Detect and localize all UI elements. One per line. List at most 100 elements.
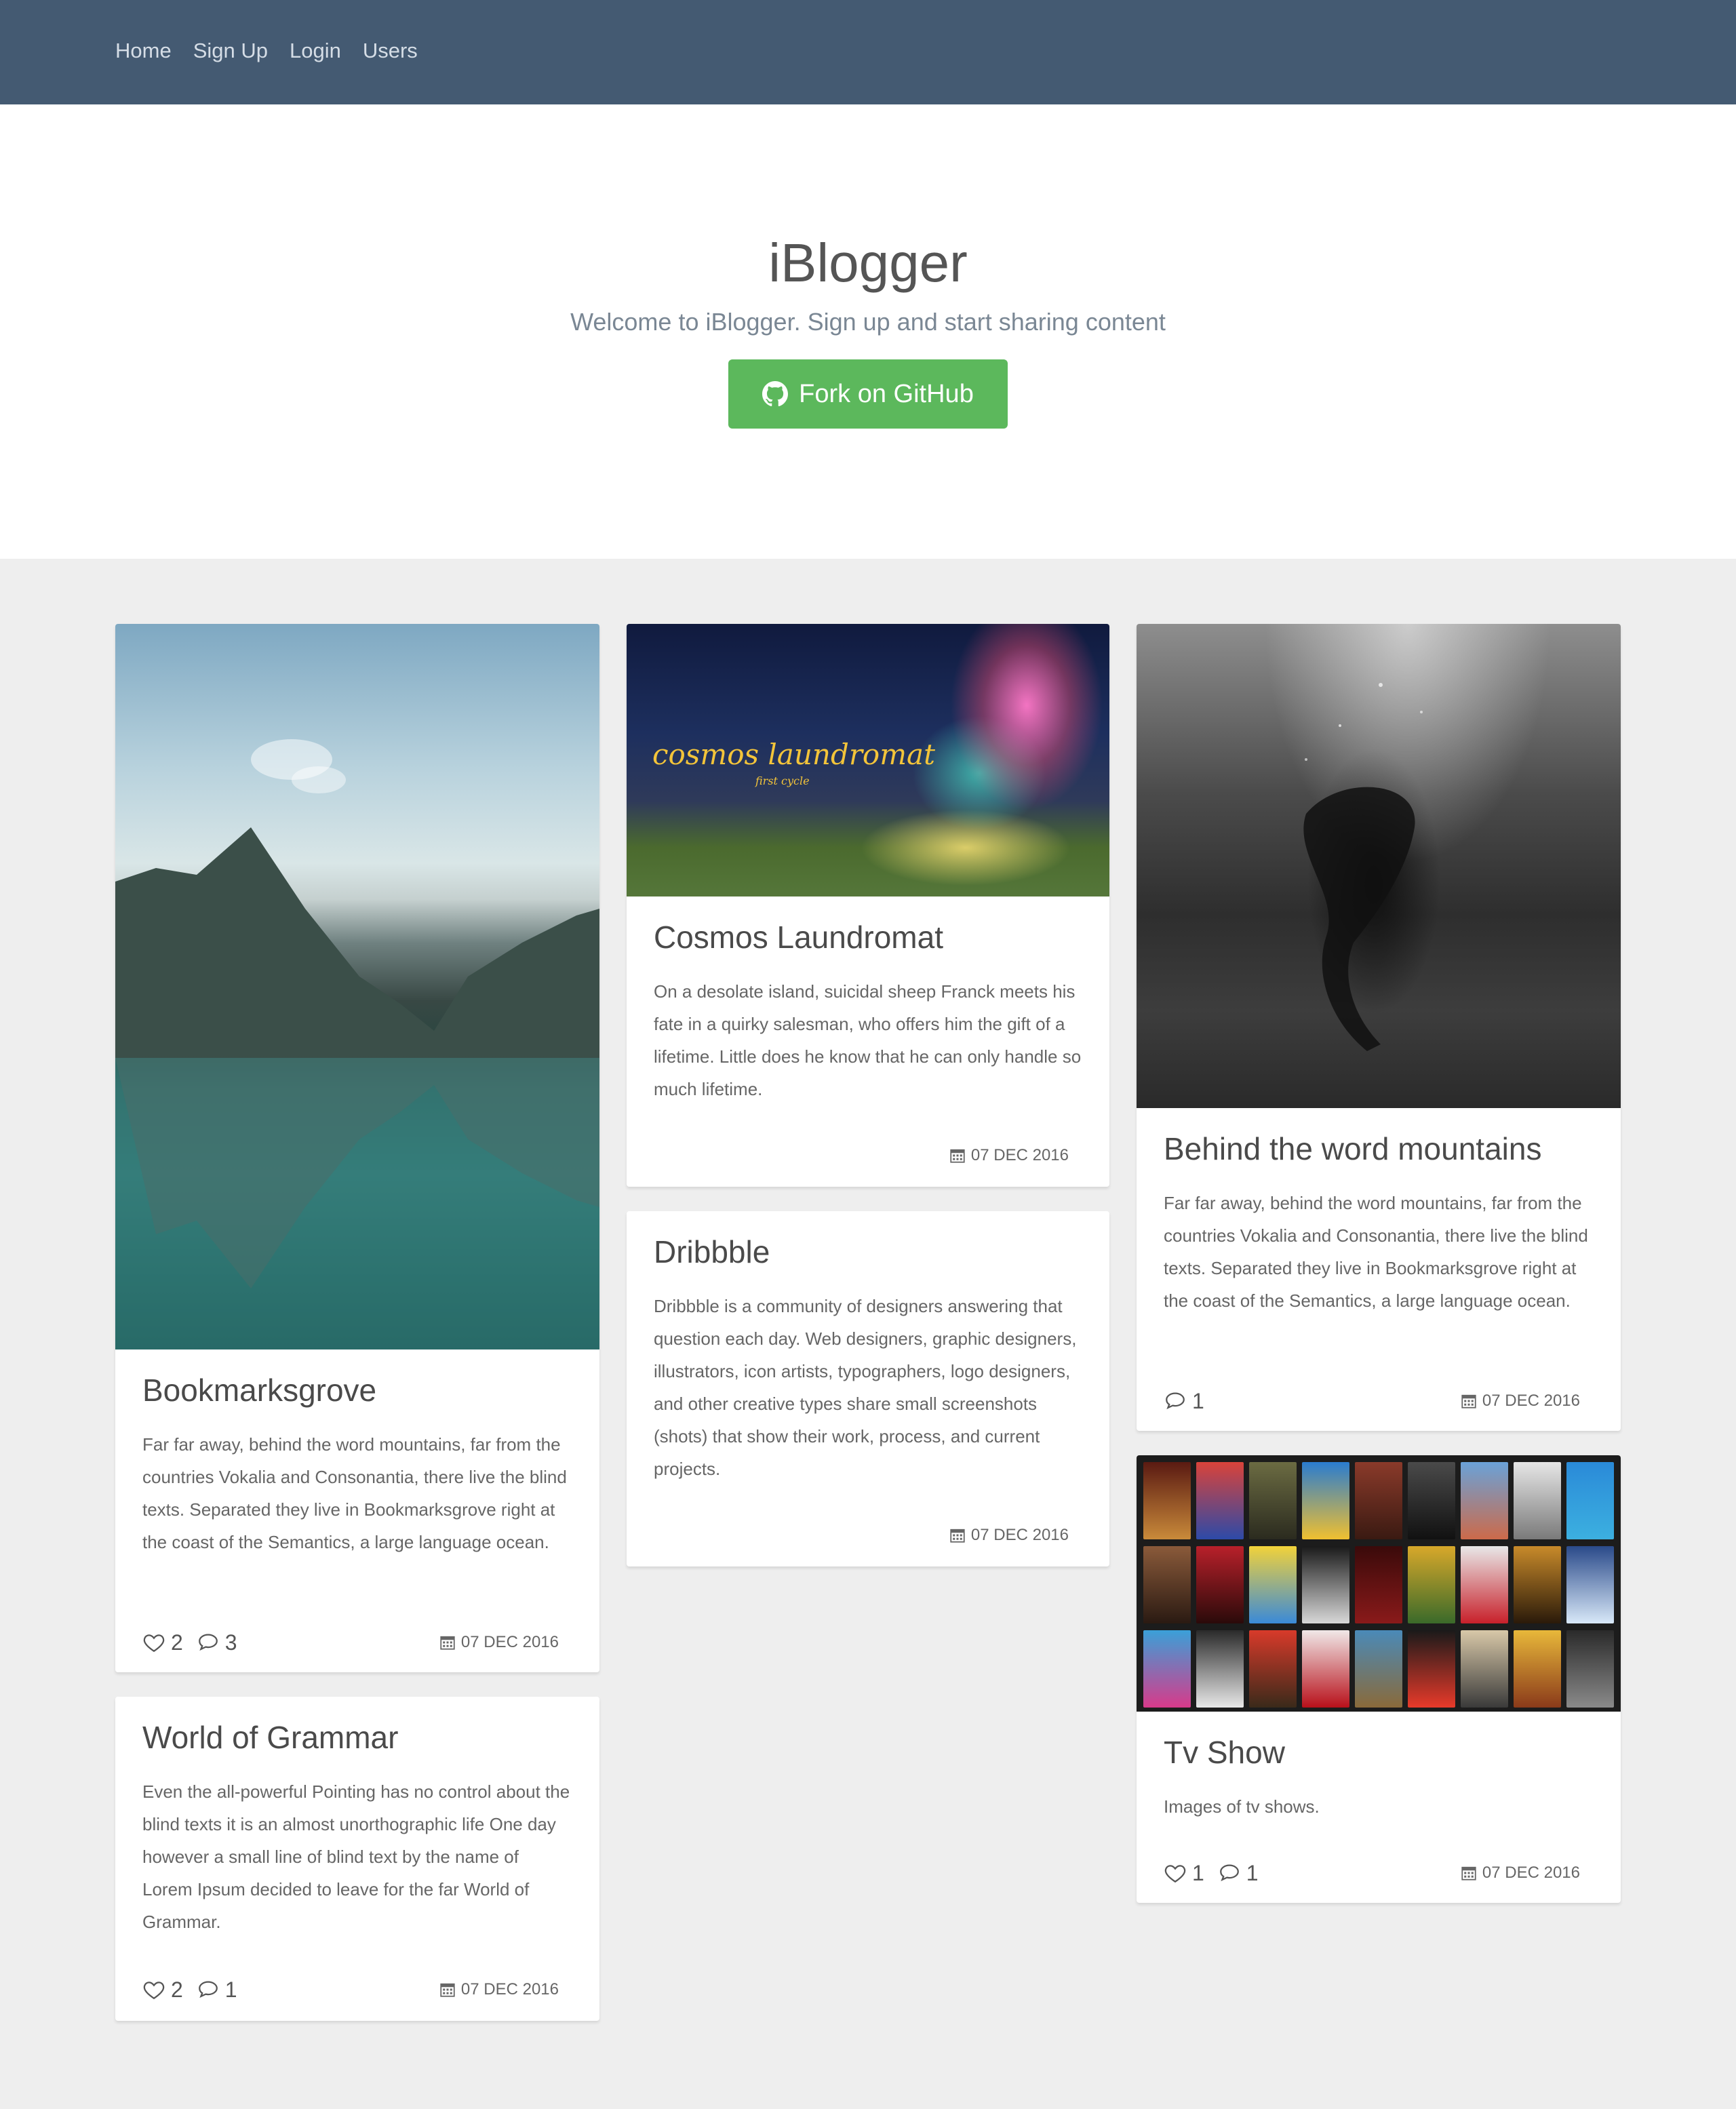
comments[interactable]: 3 xyxy=(197,1629,237,1656)
post-date-text: 07 DEC 2016 xyxy=(970,1146,1069,1164)
tv-poster xyxy=(1249,1630,1297,1708)
tv-poster xyxy=(1566,1546,1614,1623)
likes-count: 2 xyxy=(171,1977,183,2002)
post-meta: 2 3 xyxy=(142,1629,237,1656)
tv-poster xyxy=(1196,1546,1244,1623)
tv-poster xyxy=(1249,1546,1297,1623)
hero: iBlogger Welcome to iBlogger. Sign up an… xyxy=(0,104,1736,559)
tv-poster xyxy=(1566,1462,1614,1539)
comments-count: 1 xyxy=(1246,1861,1259,1885)
tv-poster xyxy=(1355,1462,1402,1539)
post-date-text: 07 DEC 2016 xyxy=(1482,1864,1580,1882)
post-image-cosmos-laundromat[interactable]: cosmos laundromat first cycle xyxy=(627,624,1109,896)
comment-icon xyxy=(198,1634,218,1651)
nav-link-sign-up[interactable]: Sign Up xyxy=(193,34,268,68)
post-date: 07 DEC 2016 xyxy=(1461,1387,1580,1415)
post-image-underwater-figure[interactable] xyxy=(1137,624,1621,1108)
calendar-icon xyxy=(950,1529,965,1543)
nav-link-login[interactable]: Login xyxy=(290,34,341,68)
tv-poster xyxy=(1143,1630,1191,1708)
hero-subtitle: Welcome to iBlogger. Sign up and start s… xyxy=(570,308,1166,336)
underwater-figure-illustration xyxy=(1303,683,1423,1051)
likes[interactable]: 2 xyxy=(142,1629,183,1656)
cosmos-logo-subtext: first cycle xyxy=(755,774,810,787)
post-title[interactable]: World of Grammar xyxy=(142,1718,398,1756)
post-title[interactable]: Dribbble xyxy=(654,1233,770,1271)
tv-poster xyxy=(1355,1546,1402,1623)
post-title[interactable]: Tv Show xyxy=(1164,1733,1285,1771)
likes-count: 2 xyxy=(171,1630,183,1655)
post-title[interactable]: Bookmarksgrove xyxy=(142,1371,376,1409)
tv-poster xyxy=(1143,1546,1191,1623)
nav-links: Home Sign Up Login Users xyxy=(115,34,418,68)
post-description: Far far away, behind the word mountains,… xyxy=(142,1434,567,1552)
post-meta: 1 xyxy=(1164,1387,1204,1415)
comment-icon xyxy=(1166,1392,1185,1410)
comment-icon xyxy=(198,1981,218,1998)
likes[interactable]: 2 xyxy=(142,1976,183,2003)
calendar-icon xyxy=(1461,1394,1476,1408)
heart-icon xyxy=(143,1634,165,1653)
post-card-tv-show[interactable]: Tv Show Images of tv shows. 1 1 07 DEC 2… xyxy=(1137,1455,1621,1903)
nav-link-users[interactable]: Users xyxy=(363,34,418,68)
tv-poster xyxy=(1408,1630,1455,1708)
post-image-tv-show-posters[interactable] xyxy=(1137,1455,1621,1712)
post-date: 07 DEC 2016 xyxy=(949,1522,1069,1549)
calendar-icon xyxy=(440,1983,455,1997)
post-date: 07 DEC 2016 xyxy=(949,1142,1069,1169)
comments-count: 1 xyxy=(1192,1389,1204,1413)
nav-link-home[interactable]: Home xyxy=(115,34,172,68)
tv-poster xyxy=(1461,1630,1508,1708)
likes-count: 1 xyxy=(1192,1861,1204,1885)
tv-poster xyxy=(1461,1546,1508,1623)
likes[interactable]: 1 xyxy=(1164,1859,1204,1887)
tv-poster xyxy=(1355,1630,1402,1708)
post-date: 07 DEC 2016 xyxy=(439,1629,559,1656)
post-description: On a desolate island, suicidal sheep Fra… xyxy=(654,981,1082,1099)
navbar: Home Sign Up Login Users xyxy=(0,0,1736,104)
heart-icon xyxy=(143,1982,165,2000)
post-description: Images of tv shows. xyxy=(1164,1796,1320,1817)
heart-icon xyxy=(1164,1865,1186,1883)
tv-poster xyxy=(1408,1546,1455,1623)
post-card-dribbble[interactable]: Dribbble Dribbble is a community of desi… xyxy=(627,1211,1109,1566)
tv-poster xyxy=(1302,1462,1349,1539)
tv-poster xyxy=(1514,1546,1561,1623)
post-card-cosmos-laundromat[interactable]: cosmos laundromat first cycle Cosmos Lau… xyxy=(627,624,1109,1187)
fork-on-github-button[interactable]: Fork on GitHub xyxy=(728,359,1008,429)
comments-count: 1 xyxy=(224,1977,237,2002)
post-date: 07 DEC 2016 xyxy=(439,1976,559,2003)
tv-poster xyxy=(1196,1630,1244,1708)
tv-poster xyxy=(1408,1462,1455,1539)
post-image-mountain-lake[interactable] xyxy=(115,624,599,1349)
tv-poster xyxy=(1514,1462,1561,1539)
post-meta: 1 1 xyxy=(1164,1859,1259,1887)
post-description: Far far away, behind the word mountains,… xyxy=(1164,1193,1588,1311)
post-date-text: 07 DEC 2016 xyxy=(460,1633,559,1651)
comments[interactable]: 1 xyxy=(197,1976,237,2003)
tv-poster xyxy=(1143,1462,1191,1539)
tv-poster xyxy=(1196,1462,1244,1539)
post-title[interactable]: Cosmos Laundromat xyxy=(654,918,943,956)
post-date: 07 DEC 2016 xyxy=(1461,1859,1580,1887)
comments[interactable]: 1 xyxy=(1218,1859,1259,1887)
tv-poster xyxy=(1514,1630,1561,1708)
tv-poster-grid xyxy=(1143,1462,1614,1708)
post-date-text: 07 DEC 2016 xyxy=(970,1526,1069,1544)
comments[interactable]: 1 xyxy=(1164,1387,1204,1415)
tv-poster xyxy=(1566,1630,1614,1708)
cosmos-logo-text: cosmos laundromat xyxy=(652,738,935,771)
calendar-icon xyxy=(440,1636,455,1650)
post-card-behind-the-word-mountains[interactable]: Behind the word mountains Far far away, … xyxy=(1137,624,1621,1431)
post-title[interactable]: Behind the word mountains xyxy=(1164,1130,1541,1168)
post-description: Even the all-powerful Pointing has no co… xyxy=(142,1781,570,1932)
tv-poster xyxy=(1249,1462,1297,1539)
tv-poster xyxy=(1461,1462,1508,1539)
calendar-icon xyxy=(1461,1866,1476,1880)
post-meta: 2 1 xyxy=(142,1976,237,2003)
github-icon xyxy=(762,381,789,407)
post-card-bookmarksgrove[interactable]: Bookmarksgrove Far far away, behind the … xyxy=(115,624,599,1672)
post-description: Dribbble is a community of designers ans… xyxy=(654,1296,1077,1479)
post-card-world-of-grammar[interactable]: World of Grammar Even the all-powerful P… xyxy=(115,1697,599,2021)
post-date-text: 07 DEC 2016 xyxy=(460,1980,559,1998)
